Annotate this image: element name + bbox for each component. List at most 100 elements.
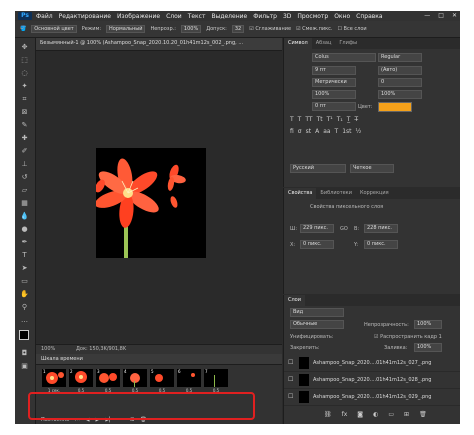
frame-thumbnail[interactable]: 4 <box>123 369 147 387</box>
screen-mode-icon[interactable]: ▣ <box>19 361 30 371</box>
blend-mode-select[interactable]: Обычные <box>290 320 344 329</box>
group-icon[interactable]: ▭ <box>388 411 394 418</box>
kerning-select[interactable]: Метрически <box>312 78 356 87</box>
frame-thumbnail[interactable]: 1 <box>42 369 66 387</box>
pen-tool-icon[interactable]: ✒ <box>19 237 30 247</box>
tab-adjustments[interactable]: Коррекция <box>356 188 393 199</box>
frame-thumbnail[interactable]: 3 <box>96 369 120 387</box>
stamp-tool-icon[interactable]: ⊥ <box>19 159 30 169</box>
height-input[interactable]: 228 пикс. <box>364 224 398 233</box>
layer-row[interactable]: ☐ Ashampoo_Snap_2020....01h41m12s_029_.p… <box>284 389 460 406</box>
dodge-tool-icon[interactable]: ● <box>19 224 30 234</box>
visibility-icon[interactable]: ☐ <box>288 393 295 400</box>
strikethrough-button[interactable]: T̶ <box>354 116 358 123</box>
crop-tool-icon[interactable]: ⌗ <box>19 94 30 104</box>
y-input[interactable]: 0 пикс. <box>364 240 398 249</box>
visibility-icon[interactable]: ☐ <box>288 376 295 383</box>
ordinal-button[interactable]: aa <box>323 128 330 135</box>
frame-thumbnail[interactable]: 2 <box>69 369 93 387</box>
width-input[interactable]: 229 пикс. <box>300 224 334 233</box>
layer-name[interactable]: Ashampoo_Snap_2020....01h41m12s_029_.png <box>313 394 431 400</box>
subscript-button[interactable]: T₁ <box>337 116 343 123</box>
faux-bold-button[interactable]: T <box>290 116 294 123</box>
zoom-level[interactable]: 100% <box>41 346 55 352</box>
tab-properties[interactable]: Свойства <box>284 188 317 199</box>
underline-button[interactable]: T̲ <box>347 116 351 123</box>
superscript-button[interactable]: T¹ <box>327 116 333 123</box>
marquee-tool-icon[interactable]: ⬚ <box>19 55 30 65</box>
eyedropper-icon[interactable]: ✎ <box>19 120 30 130</box>
font-size-input[interactable]: 9 пт <box>312 66 356 75</box>
menu-view[interactable]: Просмотр <box>297 13 328 20</box>
layer-row[interactable]: ☐ Ashampoo_Snap_2020....01h41m12s_027_.p… <box>284 355 460 372</box>
gradient-tool-icon[interactable]: ▦ <box>19 198 30 208</box>
tolerance-input[interactable]: 32 <box>231 25 245 33</box>
visibility-icon[interactable]: ☐ <box>288 359 295 366</box>
frame-tool-icon[interactable]: ⊠ <box>19 107 30 117</box>
doc-info[interactable]: Док: 150,3K/901,8K <box>76 346 126 352</box>
menu-help[interactable]: Справка <box>356 13 382 20</box>
new-layer-icon[interactable]: ⊞ <box>404 411 409 418</box>
all-layers-checkbox[interactable]: ☐ Все слои <box>337 26 366 32</box>
opacity-input[interactable]: 100% <box>180 25 202 33</box>
font-style-select[interactable]: Regular <box>378 53 422 62</box>
frame-thumbnail[interactable]: 5 <box>150 369 174 387</box>
menu-file[interactable]: Файл <box>36 13 53 20</box>
text-color-swatch[interactable] <box>378 102 412 112</box>
language-select[interactable]: Русский <box>290 164 346 173</box>
mode-select[interactable]: Нормальный <box>106 25 146 33</box>
blur-tool-icon[interactable]: 💧 <box>19 211 30 221</box>
layer-kind-filter[interactable]: Вид <box>290 308 344 317</box>
minimize-button[interactable]: — <box>424 12 430 19</box>
history-brush-icon[interactable]: ↺ <box>19 172 30 182</box>
healing-brush-icon[interactable]: ✚ <box>19 133 30 143</box>
maximize-button[interactable]: □ <box>438 12 444 19</box>
tab-glyphs[interactable]: Глифы <box>335 38 361 49</box>
document-canvas[interactable] <box>96 148 206 258</box>
shape-tool-icon[interactable]: ▭ <box>19 276 30 286</box>
x-input[interactable]: 0 пикс. <box>300 240 334 249</box>
menu-3d[interactable]: 3D <box>283 13 291 20</box>
horizontal-scale-input[interactable]: 100% <box>378 90 422 99</box>
fx-icon[interactable]: fx <box>342 411 348 418</box>
layer-name[interactable]: Ashampoo_Snap_2020....01h41m12s_027_.png <box>313 360 431 366</box>
foreground-color-swatch[interactable] <box>19 330 29 340</box>
tab-libraries[interactable]: Библиотеки <box>316 188 356 199</box>
layer-row[interactable]: ☐ Ashampoo_Snap_2020....01h41m12s_028_.p… <box>284 372 460 389</box>
menu-edit[interactable]: Редактирование <box>59 13 111 20</box>
stylistic-button[interactable]: st <box>306 128 311 135</box>
magic-wand-icon[interactable]: ✦ <box>19 81 30 91</box>
propagate-checkbox[interactable]: ☑ Распространить кадр 1 <box>374 334 442 340</box>
layer-opacity-input[interactable]: 100% <box>414 320 442 329</box>
document-tab[interactable]: Безымянный-1 @ 100% (Ashampoo_Snap_2020.… <box>36 38 282 51</box>
hand-tool-icon[interactable]: ✋ <box>19 289 30 299</box>
half-button[interactable]: ½ <box>356 128 362 135</box>
menu-layers[interactable]: Слои <box>166 13 182 20</box>
fill-source-select[interactable]: Основной цвет <box>31 25 77 33</box>
baseline-shift-input[interactable]: 0 пт <box>312 102 356 111</box>
move-tool-icon[interactable]: ✥ <box>19 42 30 52</box>
close-button[interactable]: ✕ <box>452 12 457 19</box>
tab-paragraph[interactable]: Абзац <box>312 38 336 49</box>
fraction-button[interactable]: 1st <box>342 128 351 135</box>
eraser-tool-icon[interactable]: ▱ <box>19 185 30 195</box>
more-tools-icon[interactable]: … <box>19 315 30 325</box>
quick-mask-icon[interactable]: ◘ <box>19 348 30 358</box>
path-select-icon[interactable]: ➤ <box>19 263 30 273</box>
timeline-title[interactable]: Шкала времени <box>41 356 83 362</box>
contiguous-checkbox[interactable]: ☑ Смеж.пикс. <box>296 26 332 32</box>
tracking-input[interactable]: 0 <box>378 78 422 87</box>
vertical-scale-input[interactable]: 100% <box>312 90 356 99</box>
mask-icon[interactable]: ◙ <box>357 411 363 418</box>
frame-thumbnail[interactable]: 7 <box>204 369 228 387</box>
tab-layers[interactable]: Слои <box>284 295 305 306</box>
swash-button[interactable]: A <box>315 128 319 135</box>
small-caps-button[interactable]: Tt <box>317 116 323 123</box>
type-tool-icon[interactable]: T <box>19 250 30 260</box>
antialias-checkbox[interactable]: ☑ Сглаживание <box>249 26 291 32</box>
adjustment-icon[interactable]: ◐ <box>373 411 378 418</box>
tab-character[interactable]: Символ <box>284 38 312 49</box>
link-label[interactable]: GO <box>340 226 348 232</box>
ligature-button[interactable]: fi <box>290 128 294 135</box>
leading-input[interactable]: (Авто) <box>378 66 422 75</box>
